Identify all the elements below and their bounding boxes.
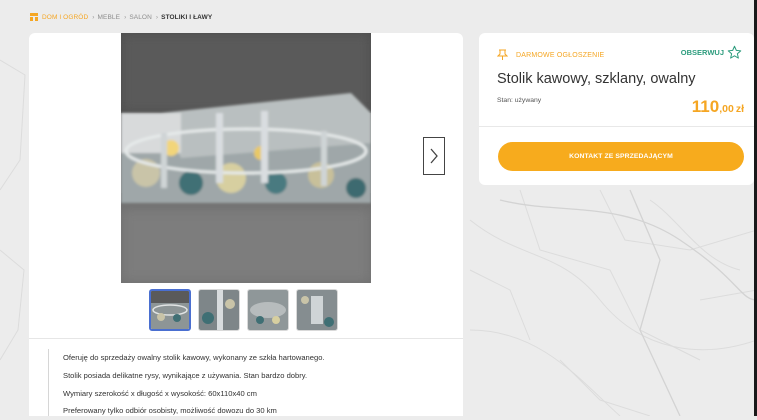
free-ad-label: DARMOWE OGŁOSZENIE: [516, 51, 605, 59]
table-photo-image: [121, 33, 371, 283]
thumbnail-strip: [149, 289, 338, 331]
description-line: Preferowany tylko odbiór osobisty, możli…: [63, 406, 277, 416]
thumbnail-2[interactable]: [198, 289, 240, 331]
breadcrumb-item-tables[interactable]: STOLIKI I ŁAWY: [161, 14, 212, 21]
listing-main-card: Oferuję do sprzedaży owalny stolik kawow…: [29, 33, 463, 416]
price: 110 ,00 zł: [692, 97, 744, 117]
card-divider: [479, 126, 754, 127]
chevron-right-icon: [430, 148, 438, 164]
observe-label: OBSERWUJ: [680, 48, 724, 57]
thumbnail-1[interactable]: [149, 289, 191, 331]
breadcrumb: DOM I OGRÓD › MEBLE › SALON › STOLIKI I …: [29, 10, 212, 24]
breadcrumb-separator: ›: [155, 13, 159, 21]
home-furniture-icon: [30, 13, 38, 21]
description-line: Stolik posiada delikatne rysy, wynikając…: [63, 370, 308, 380]
breadcrumb-item-living-room[interactable]: SALON: [129, 14, 152, 21]
main-photo[interactable]: [121, 33, 371, 283]
thumbnail-3[interactable]: [247, 289, 289, 331]
price-decimal: ,00: [719, 103, 734, 115]
offer-card: DARMOWE OGŁOSZENIE OBSERWUJ Stolik kawow…: [479, 33, 754, 185]
thumbnail-image: [151, 291, 189, 329]
pin-icon: [497, 49, 508, 60]
next-photo-button[interactable]: [423, 137, 445, 175]
description-line: Oferuję do sprzedaży owalny stolik kawow…: [63, 353, 325, 362]
star-icon: [727, 45, 742, 59]
price-currency: zł: [735, 103, 744, 115]
offer-title: Stolik kawowy, szklany, owalny: [497, 71, 696, 87]
description-line: Wymiary szerokość x długość x wysokość: …: [63, 388, 257, 398]
thumbnail-image: [297, 290, 337, 330]
price-main: 110: [691, 97, 720, 116]
breadcrumb-separator: ›: [124, 13, 127, 21]
thumbnail-image: [248, 290, 288, 330]
contact-seller-button[interactable]: KONTAKT ZE SPRZEDAJĄCYM: [498, 142, 744, 171]
thumbnail-4[interactable]: [296, 289, 338, 331]
breadcrumb-item-furniture[interactable]: MEBLE: [98, 14, 121, 21]
item-condition: Stan: używany: [497, 97, 542, 104]
breadcrumb-item-home-garden[interactable]: DOM I OGRÓD: [42, 14, 88, 21]
description: Oferuję do sprzedaży owalny stolik kawow…: [48, 349, 325, 416]
thumbnail-image: [199, 290, 239, 330]
section-divider: [29, 338, 463, 339]
breadcrumb-separator: ›: [92, 13, 95, 21]
observe-button[interactable]: OBSERWUJ: [681, 45, 742, 60]
free-ad-badge: DARMOWE OGŁOSZENIE: [497, 49, 604, 61]
